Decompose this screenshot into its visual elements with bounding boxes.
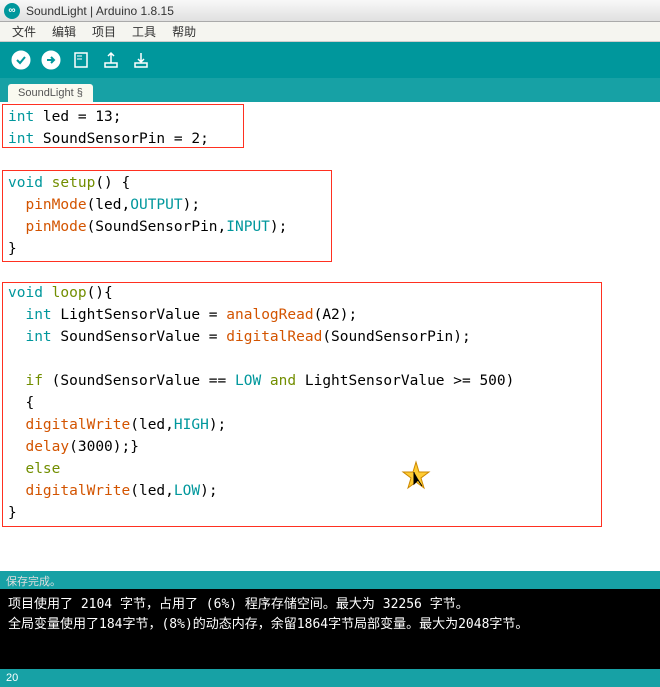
menu-tools[interactable]: 工具 <box>124 21 164 42</box>
menu-file[interactable]: 文件 <box>4 21 44 42</box>
new-file-icon <box>72 51 90 69</box>
save-button[interactable] <box>128 47 154 73</box>
verify-button[interactable] <box>8 47 34 73</box>
menu-edit[interactable]: 编辑 <box>44 21 84 42</box>
console-output[interactable]: 项目使用了 2104 字节，占用了 (6%) 程序存储空间。最大为 32256 … <box>0 589 660 669</box>
code-editor[interactable]: int led = 13; int SoundSensorPin = 2; vo… <box>0 102 660 571</box>
arduino-app-icon: ∞ <box>4 3 20 19</box>
window-title: SoundLight | Arduino 1.8.15 <box>26 4 174 18</box>
titlebar: ∞ SoundLight | Arduino 1.8.15 <box>0 0 660 22</box>
console-line-1: 项目使用了 2104 字节，占用了 (6%) 程序存储空间。最大为 32256 … <box>8 595 652 615</box>
save-icon <box>132 51 150 69</box>
new-button[interactable] <box>68 47 94 73</box>
toolbar <box>0 42 660 78</box>
menu-help[interactable]: 帮助 <box>164 21 204 42</box>
upload-button[interactable] <box>38 47 64 73</box>
status-bar: 保存完成。 <box>0 571 660 589</box>
open-icon <box>102 51 120 69</box>
arrow-right-icon <box>41 50 61 70</box>
check-icon <box>11 50 31 70</box>
open-button[interactable] <box>98 47 124 73</box>
tab-main[interactable]: SoundLight § <box>8 84 93 102</box>
console-line-2: 全局变量使用了184字节，(8%)的动态内存，余留1864字节局部变量。最大为2… <box>8 615 652 635</box>
line-number: 20 <box>6 672 18 684</box>
menubar: 文件 编辑 项目 工具 帮助 <box>0 22 660 42</box>
footer-bar: 20 <box>0 669 660 687</box>
tabbar: SoundLight § <box>0 78 660 102</box>
menu-sketch[interactable]: 项目 <box>84 21 124 42</box>
